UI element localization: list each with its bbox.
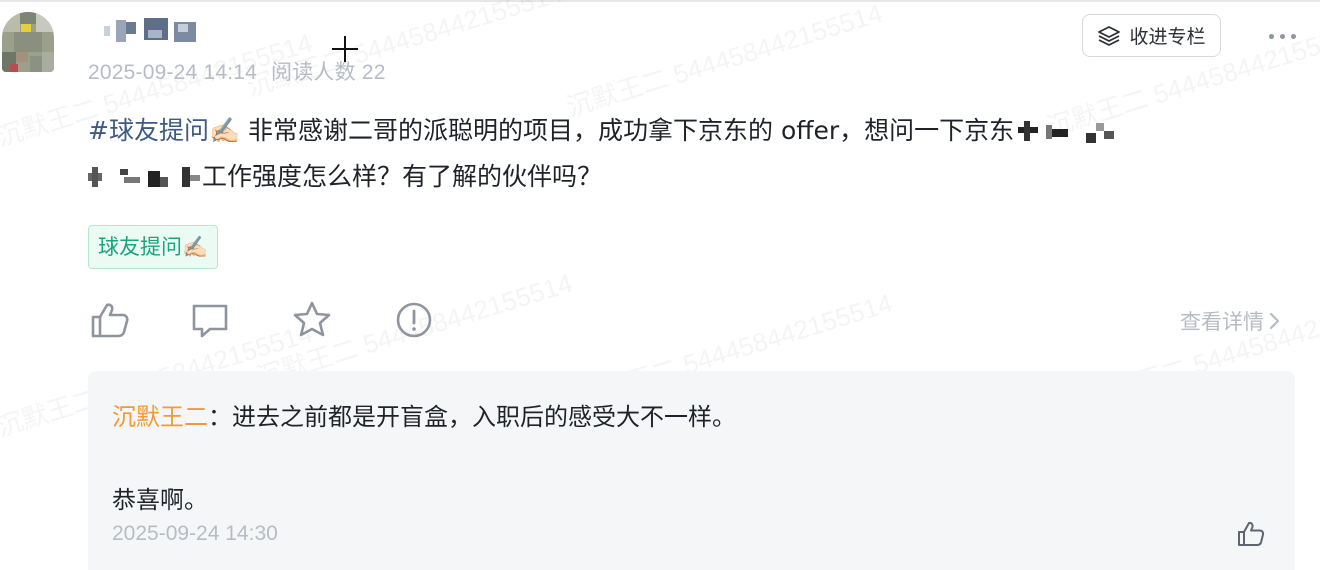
favorite-button[interactable] bbox=[290, 298, 334, 342]
warning-icon bbox=[396, 302, 432, 338]
comment-like-button[interactable] bbox=[1236, 519, 1266, 549]
reply-text: 恭喜啊。 bbox=[112, 486, 208, 514]
post-text-part2: 工作强度怎么样？有了解的伙伴吗？ bbox=[202, 162, 603, 191]
reply-time: 2025-09-24 14:30 bbox=[112, 522, 278, 545]
post-content: #球友提问✍🏻 非常感谢二哥的派聪明的项目，成功拿下京东的 offer，想问一下… bbox=[88, 108, 1308, 200]
stack-icon bbox=[1098, 25, 1121, 46]
dot-icon bbox=[1268, 33, 1274, 39]
comment-button[interactable] bbox=[188, 298, 232, 342]
chevron-right-icon bbox=[1269, 312, 1280, 330]
redacted-text bbox=[1014, 121, 1118, 143]
redacted-text bbox=[88, 167, 202, 189]
comment-icon bbox=[192, 304, 228, 338]
comment-text: 进去之前都是开盲盒，入职后的感受大不一样。 bbox=[232, 403, 736, 431]
dot-icon bbox=[1279, 33, 1285, 39]
top-divider bbox=[0, 0, 1320, 2]
dot-icon bbox=[1290, 33, 1296, 39]
author-name[interactable] bbox=[104, 18, 198, 44]
star-icon bbox=[293, 301, 331, 337]
post-hashtag[interactable]: #球友提问✍🏻 bbox=[88, 116, 240, 145]
report-button[interactable] bbox=[392, 298, 436, 342]
post-date: 2025-09-24 14:14 bbox=[88, 61, 258, 84]
post-text-part1: 非常感谢二哥的派聪明的项目，成功拿下京东的 offer，想问一下京东 bbox=[240, 116, 1015, 145]
watermark: 沉默王二 544458442155514 bbox=[562, 0, 887, 124]
comment-separator: ： bbox=[208, 403, 232, 431]
watermark: 沉默王二 544458442155514 bbox=[242, 0, 567, 104]
more-options-button[interactable] bbox=[1262, 24, 1302, 48]
thumbs-up-icon bbox=[91, 303, 129, 338]
view-details-link[interactable]: 查看详情 bbox=[1180, 306, 1282, 336]
comment-section: 沉默王二：进去之前都是开盲盒，入职后的感受大不一样。 恭喜啊。 2025-09-… bbox=[88, 371, 1295, 570]
comment-author[interactable]: 沉默王二 bbox=[112, 403, 208, 431]
read-count: 阅读人数 22 bbox=[271, 61, 386, 84]
avatar[interactable] bbox=[2, 12, 54, 72]
topic-tag[interactable]: 球友提问✍🏻 bbox=[88, 225, 219, 269]
like-button[interactable] bbox=[88, 298, 132, 342]
comment: 沉默王二：进去之前都是开盲盒，入职后的感受大不一样。 bbox=[112, 397, 736, 432]
view-details-label: 查看详情 bbox=[1180, 310, 1264, 334]
thumbs-up-icon bbox=[1238, 521, 1265, 546]
add-to-column-button[interactable]: 收进专栏 bbox=[1082, 14, 1221, 57]
add-to-column-label: 收进专栏 bbox=[1129, 26, 1206, 48]
crosshair-cursor bbox=[332, 36, 358, 62]
